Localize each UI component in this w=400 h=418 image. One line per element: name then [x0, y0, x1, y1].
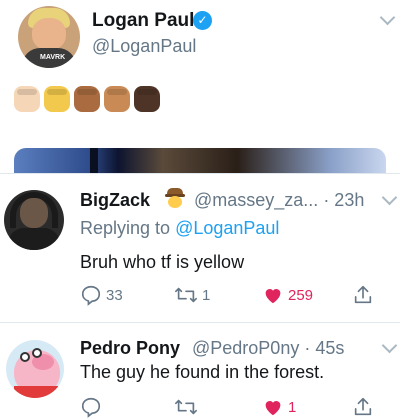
like-button[interactable]: 259	[262, 284, 313, 306]
reply-icon	[81, 285, 101, 306]
heart-icon	[265, 401, 281, 416]
verified-badge-icon: ✓	[193, 11, 212, 30]
tweet-emoji-text	[14, 86, 160, 116]
raised-fist-emoji	[134, 86, 160, 112]
avatar-logo-text: MAVRK	[40, 54, 66, 61]
like-count: 1	[288, 398, 297, 416]
reply-display-name[interactable]: Pedro Pony	[80, 338, 180, 359]
reply-handle-time: @PedroP0ny · 45s	[192, 338, 345, 358]
reply-count: 33	[106, 286, 123, 304]
reply-text: Bruh who tf is yellow	[80, 252, 245, 272]
reply-handle-time: @massey_za... · 23h	[194, 190, 365, 210]
share-button[interactable]	[352, 284, 374, 306]
replying-to-prefix: Replying to	[80, 218, 171, 238]
share-button[interactable]	[352, 396, 374, 418]
raised-fist-emoji	[74, 86, 100, 112]
reply-icon	[81, 397, 101, 418]
raised-fist-emoji	[104, 86, 130, 112]
raised-fist-emoji	[44, 86, 70, 112]
author-display-name[interactable]: Logan Paul	[92, 10, 194, 32]
like-button[interactable]: 1	[262, 396, 296, 418]
share-icon	[354, 285, 372, 304]
reply-text: The guy he found in the forest.	[80, 362, 325, 382]
replying-to-link[interactable]: @LoganPaul	[175, 218, 279, 238]
reply-button[interactable]: 33	[80, 284, 123, 306]
heart-icon	[265, 289, 281, 304]
share-icon	[354, 397, 372, 416]
cowboy-hat-face-icon	[165, 188, 185, 208]
retweet-icon	[175, 287, 197, 303]
main-tweet: MAVRK Logan Paul ✓ @LoganPaul	[0, 0, 400, 174]
retweet-button[interactable]	[174, 396, 202, 418]
replying-to-line: Replying to @LoganPaul	[80, 218, 279, 239]
tweet-media-image[interactable]	[14, 148, 386, 174]
retweet-count: 1	[202, 286, 211, 304]
retweet-button[interactable]: 1	[174, 284, 210, 306]
author-handle[interactable]: @LoganPaul	[92, 36, 196, 57]
divider	[0, 322, 400, 323]
avatar[interactable]: MAVRK	[18, 6, 80, 68]
retweet-icon	[175, 399, 197, 415]
like-count: 259	[288, 286, 314, 304]
avatar[interactable]	[4, 190, 64, 250]
chevron-down-icon[interactable]	[381, 189, 398, 206]
raised-fist-emoji	[14, 86, 40, 112]
chevron-down-icon[interactable]	[381, 337, 398, 354]
divider	[0, 173, 400, 174]
chevron-down-icon[interactable]	[379, 9, 396, 26]
avatar[interactable]	[6, 340, 64, 398]
reply-display-name[interactable]: BigZack	[80, 190, 150, 211]
reply-button[interactable]	[80, 396, 106, 418]
